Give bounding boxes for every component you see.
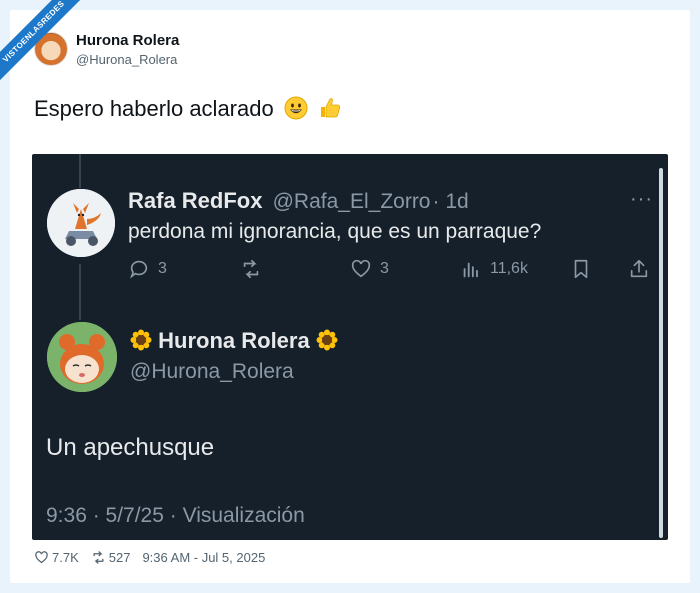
sunflower-icon: [130, 329, 152, 351]
more-options-icon[interactable]: ···: [630, 188, 653, 211]
reply-handle[interactable]: @Hurona_Rolera: [130, 360, 294, 384]
share-button[interactable]: [628, 258, 650, 280]
post-text-content: Espero haberlo aclarado: [34, 96, 274, 121]
bookmark-icon: [574, 259, 588, 279]
thread-line-top: [79, 154, 81, 188]
reply-button[interactable]: 3: [128, 258, 167, 280]
like-button[interactable]: 3: [350, 258, 389, 280]
post-frame: VISTOENLASREDES Hurona Rolera @Hurona_Ro…: [0, 0, 700, 593]
grinning-face-icon: [284, 96, 308, 120]
heart-icon: [351, 259, 371, 278]
reply-to-handle[interactable]: @Rafa_El_Zorro: [273, 190, 431, 213]
reply-name[interactable]: Hurona Rolera: [158, 328, 310, 353]
reply-icon: [130, 260, 148, 279]
reply-to-header: Rafa RedFox @Rafa_El_Zorro· 1d: [128, 188, 469, 214]
reply-meta[interactable]: 9:36 · 5/7/25 · Visualización: [46, 504, 305, 528]
thread-line-connector: [79, 264, 81, 320]
post-timestamp-text: 9:36 AM - Jul 5, 2025: [142, 550, 266, 565]
watermark-ribbon: VISTOENLASREDES: [0, 0, 80, 80]
share-icon: [630, 259, 648, 278]
thumbs-up-icon: [320, 98, 340, 118]
scrollbar[interactable]: [659, 168, 663, 538]
reply-to-name[interactable]: Rafa RedFox: [128, 188, 262, 213]
retweet-button[interactable]: [240, 258, 262, 280]
views-button[interactable]: 11,6k: [460, 258, 528, 280]
sunflower-icon: [316, 329, 338, 351]
embedded-screenshot: Rafa RedFox @Rafa_El_Zorro· 1d ··· perdo…: [32, 154, 668, 540]
post-retweet-count: 527: [108, 550, 131, 565]
fox-avatar-icon: [47, 189, 115, 257]
reply-to-text: perdona mi ignorancia, que es un parraqu…: [128, 220, 542, 243]
watermark-corner: VISTOENLASREDES: [0, 0, 80, 80]
heart-icon: [35, 551, 48, 564]
post-footer: 7.7K 527 9:36 AM - Jul 5, 2025: [34, 550, 277, 565]
reply-avatar[interactable]: [47, 322, 117, 392]
like-count: 3: [380, 260, 389, 277]
author-name[interactable]: Hurona Rolera: [76, 32, 179, 49]
ferret-avatar-icon: [47, 322, 117, 392]
post-timestamp[interactable]: 9:36 AM - Jul 5, 2025: [142, 550, 265, 565]
author-handle[interactable]: @Hurona_Rolera: [76, 52, 177, 67]
post-retweet-button[interactable]: 527: [91, 550, 131, 565]
views-chart-icon: [463, 262, 478, 278]
reply-header: Hurona Rolera: [130, 328, 338, 354]
retweet-icon: [243, 259, 259, 279]
reply-to-avatar[interactable]: [47, 189, 115, 257]
post-like-count: 7.7K: [52, 550, 79, 565]
reply-count: 3: [158, 260, 167, 277]
post-text: Espero haberlo aclarado: [34, 96, 342, 122]
retweet-icon: [93, 551, 104, 564]
reply-text: Un apechusque: [46, 434, 215, 461]
post-like-button[interactable]: 7.7K: [34, 550, 79, 565]
reply-to-age: · 1d: [432, 190, 469, 213]
bookmark-button[interactable]: [570, 258, 592, 280]
views-count: 11,6k: [490, 260, 528, 277]
